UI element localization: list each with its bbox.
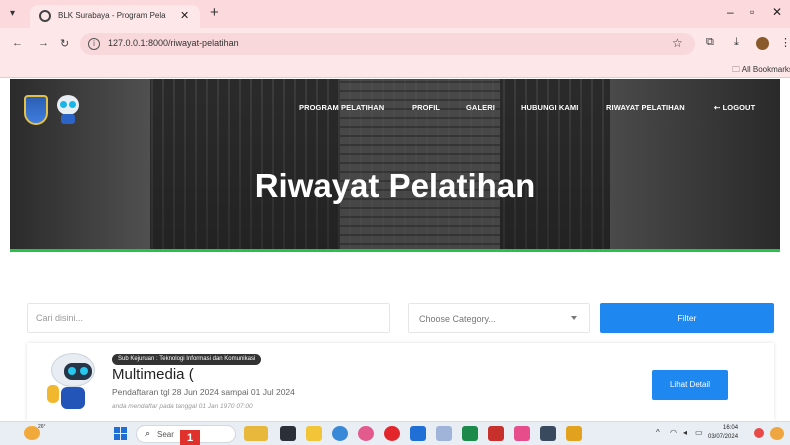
bookmark-star-icon[interactable]: ☆ — [672, 36, 683, 50]
browser-tab-bar: ▾ BLK Surabaya - Program Pelatih ✕ + – ▫… — [0, 0, 790, 28]
battery-icon[interactable]: ▭ — [695, 428, 703, 437]
tray-chevron-icon[interactable]: ^ — [656, 428, 660, 437]
robot-mascot-image — [47, 351, 103, 413]
nav-galeri[interactable]: GALERI — [466, 103, 495, 112]
excel-icon[interactable] — [462, 426, 478, 441]
extensions-icon[interactable]: ⧉ — [706, 36, 714, 49]
volume-icon[interactable]: ◂ — [683, 428, 687, 437]
tab-title: BLK Surabaya - Program Pelatih — [58, 11, 166, 20]
download-icon[interactable]: ⤓ — [734, 36, 739, 49]
search-input[interactable] — [27, 303, 390, 333]
logout-label: LOGOUT — [722, 103, 756, 112]
close-tab-icon[interactable]: ✕ — [180, 9, 189, 22]
all-bookmarks-button[interactable]: 🗀 All Bookmarks — [732, 64, 790, 78]
taskbar-search-text: Sear — [157, 430, 174, 439]
url-text[interactable]: 127.0.0.1:8000/riwayat-pelatihan — [108, 38, 239, 48]
favicon-icon — [39, 10, 51, 22]
province-logo[interactable] — [24, 95, 48, 125]
profile-avatar-icon[interactable] — [756, 37, 769, 50]
nav-program-pelatihan[interactable]: PROGRAM PELATIHAN — [299, 103, 384, 112]
sublime-icon[interactable] — [566, 426, 582, 441]
widgets-icon[interactable] — [244, 426, 268, 441]
windows-taskbar: 26° ⌕ Sear 1 ^ ◠ ◂ ▭ 16:04 03/07/2024 — [0, 421, 790, 445]
minimize-icon[interactable]: – — [727, 5, 734, 19]
app-icon-magenta[interactable] — [514, 426, 530, 441]
category-select[interactable]: Choose Category... — [408, 303, 590, 333]
training-card: Sub Kejuruan : Teknologi Informasi dan K… — [27, 343, 774, 421]
opera-icon[interactable] — [384, 426, 400, 441]
bookmarks-bar: 🗀 All Bookmarks — [0, 60, 790, 78]
browser-toolbar: ← → ↻ i 127.0.0.1:8000/riwayat-pelatihan… — [0, 28, 790, 60]
reload-icon[interactable]: ↻ — [60, 37, 69, 50]
task-view-icon[interactable] — [280, 426, 296, 441]
search-icon: ⌕ — [145, 428, 151, 438]
notification-icon[interactable] — [754, 428, 764, 438]
registered-date: anda mendaftar pada tanggal 01 Jan 1970 … — [112, 403, 253, 410]
copilot-icon[interactable] — [770, 427, 784, 440]
nav-profil[interactable]: PROFIL — [412, 103, 440, 112]
page-title: Riwayat Pelatihan — [254, 167, 536, 204]
chrome-icon[interactable] — [332, 426, 348, 441]
nav-logout[interactable]: ⇠ LOGOUT — [714, 103, 755, 112]
menu-icon[interactable]: ⋮ — [780, 36, 790, 49]
nav-riwayat-pelatihan[interactable]: RIWAYAT PELATIHAN — [606, 103, 685, 112]
store-icon[interactable] — [410, 426, 426, 441]
system-clock[interactable]: 16:04 03/07/2024 — [708, 424, 738, 442]
course-title: Multimedia ( — [112, 366, 194, 383]
sub-kejuruan-badge: Sub Kejuruan : Teknologi Informasi dan K… — [112, 354, 262, 365]
filter-button[interactable]: Filter — [600, 303, 774, 333]
wifi-icon[interactable]: ◠ — [670, 428, 677, 437]
lihat-detail-button[interactable]: Lihat Detail — [652, 370, 728, 400]
forward-icon[interactable]: → — [38, 37, 49, 49]
weather-temp: 26° — [38, 424, 46, 430]
tab-search-chevron-icon[interactable]: ▾ — [10, 8, 15, 19]
pdf-icon[interactable] — [488, 426, 504, 441]
terminal-icon[interactable] — [540, 426, 556, 441]
screen: ▾ BLK Surabaya - Program Pelatih ✕ + – ▫… — [0, 0, 790, 445]
app-icon-light[interactable] — [436, 426, 452, 441]
app-icon-pink[interactable] — [358, 426, 374, 441]
address-bar[interactable]: i 127.0.0.1:8000/riwayat-pelatihan ☆ — [80, 33, 695, 55]
clock-date: 03/07/2024 — [708, 434, 739, 440]
back-icon[interactable]: ← — [12, 37, 23, 49]
start-icon[interactable] — [114, 427, 127, 440]
annotation-badge: 1 — [180, 430, 200, 445]
blk-mascot-logo[interactable] — [54, 95, 82, 125]
restore-icon[interactable]: ▫ — [750, 5, 754, 19]
close-window-icon[interactable]: ✕ — [772, 5, 782, 19]
file-explorer-icon[interactable] — [306, 426, 322, 441]
hero-banner: PROGRAM PELATIHAN PROFIL GALERI HUBUNGI … — [10, 79, 780, 252]
registration-period: Pendaftaran tgl 28 Jun 2024 sampai 01 Ju… — [112, 387, 295, 397]
chevron-down-icon — [571, 316, 577, 320]
nav-hubungi-kami[interactable]: HUBUNGI KAMI — [521, 103, 578, 112]
site-info-icon[interactable]: i — [88, 38, 100, 50]
logout-icon: ⇠ — [714, 103, 723, 112]
browser-tab[interactable]: BLK Surabaya - Program Pelatih ✕ — [30, 5, 200, 28]
hero-underline — [10, 249, 780, 252]
category-placeholder: Choose Category... — [419, 314, 496, 324]
clock-time: 16:04 — [723, 425, 739, 431]
all-bookmarks-label: All Bookmarks — [741, 65, 790, 74]
new-tab-icon[interactable]: + — [210, 4, 219, 21]
